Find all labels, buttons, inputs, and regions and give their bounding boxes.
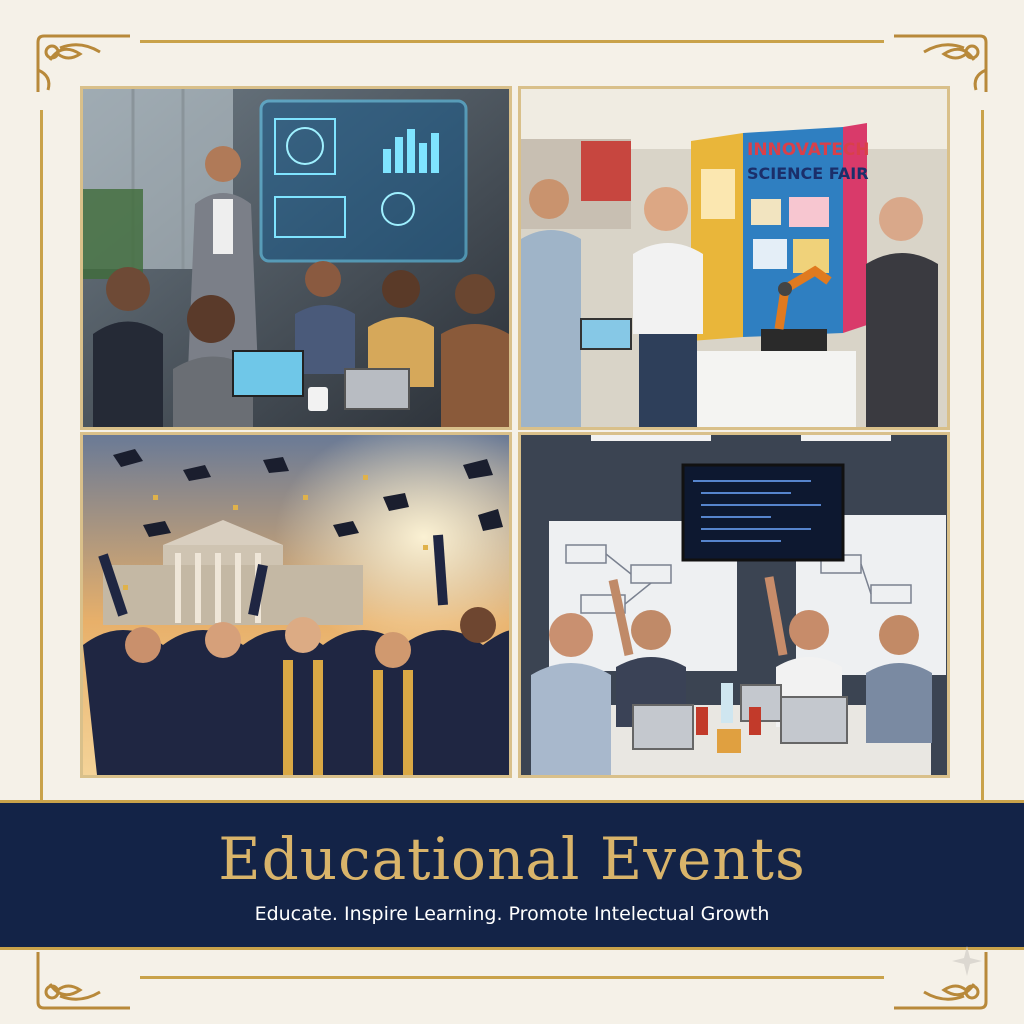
classroom-hologram-photo xyxy=(80,86,512,430)
title-banner: Educational Events Educate. Inspire Lear… xyxy=(0,800,1024,950)
graduation-photo xyxy=(80,432,512,778)
frame-top-line xyxy=(140,40,884,43)
corner-ornament-icon xyxy=(36,952,130,1010)
frame-left-line xyxy=(40,110,43,800)
page-subtitle: Educate. Inspire Learning. Promote Intel… xyxy=(254,903,770,925)
hackathon-photo xyxy=(518,432,950,778)
sign-line-2: SCIENCE FAIR xyxy=(747,164,869,183)
frame-right-line xyxy=(981,110,984,800)
page-title: Educational Events xyxy=(218,825,806,893)
sparkle-watermark-icon xyxy=(952,946,982,976)
sign-line-1: INNOVATECH xyxy=(747,140,870,160)
frame-bottom-line xyxy=(140,976,884,979)
science-fair-photo: INNOVATECH SCIENCE FAIR xyxy=(518,86,950,430)
